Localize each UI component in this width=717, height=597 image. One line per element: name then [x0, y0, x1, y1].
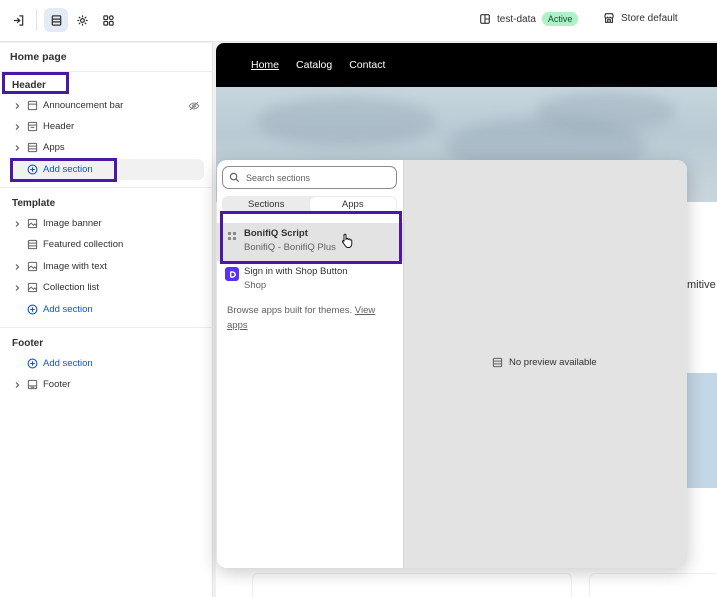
- status-badge: Active: [541, 12, 579, 26]
- add-section-label: Add section: [43, 304, 93, 315]
- store-nav: Home Catalog Contact: [216, 43, 717, 87]
- add-section-footer-button[interactable]: Add section: [10, 353, 204, 374]
- image-icon: [24, 282, 40, 293]
- sidebar-item-image-with-text[interactable]: Image with text: [10, 256, 204, 277]
- group-template-label: Template: [12, 198, 56, 209]
- image-icon: [24, 218, 40, 229]
- search-icon: [229, 172, 240, 183]
- preview-card: [252, 573, 572, 597]
- toolbar-divider: [36, 9, 37, 31]
- sidebar-item-label: Image banner: [43, 218, 102, 229]
- gear-icon: [76, 14, 88, 26]
- shop-icon: [225, 267, 239, 281]
- preview-card: [589, 573, 717, 597]
- store-selector[interactable]: Store default: [603, 12, 678, 24]
- sections-icon: [51, 14, 61, 26]
- no-preview-message: No preview available: [492, 357, 597, 368]
- nav-link-contact[interactable]: Contact: [349, 59, 385, 71]
- sidebar-item-label: Collection list: [43, 282, 99, 293]
- tab-apps[interactable]: Apps: [309, 197, 396, 212]
- section-icon: [24, 379, 40, 390]
- sidebar-item-featured-collection[interactable]: Featured collection: [10, 234, 204, 255]
- page-title: Home page: [10, 51, 67, 63]
- section-icon: [24, 142, 40, 153]
- app-name: Sign in with Shop Button: [244, 266, 348, 277]
- exit-button[interactable]: [6, 8, 30, 32]
- store-icon: [604, 13, 614, 23]
- search-field[interactable]: [222, 166, 397, 189]
- sidebar-item-apps[interactable]: Apps: [10, 137, 204, 158]
- app-item-shop-sign-in[interactable]: Sign in with Shop Button Shop: [217, 266, 403, 298]
- image-icon: [24, 261, 40, 272]
- nav-link-catalog[interactable]: Catalog: [296, 59, 332, 71]
- sections-sidebar: Home page Header Announcement bar Header…: [0, 43, 213, 597]
- store-label: Store default: [621, 12, 678, 24]
- sidebar-item-footer[interactable]: Footer: [10, 374, 204, 395]
- section-preview-pane: No preview available: [403, 160, 687, 568]
- theme-icon: [480, 14, 490, 24]
- divider: [0, 327, 213, 328]
- tab-sections[interactable]: Sections: [223, 197, 310, 212]
- chevron-right-icon[interactable]: [10, 102, 24, 110]
- add-section-label: Add section: [43, 358, 93, 369]
- sections-button[interactable]: [44, 8, 68, 32]
- eye-off-icon[interactable]: [188, 100, 200, 112]
- nav-link-home[interactable]: Home: [251, 59, 279, 71]
- sidebar-item-header[interactable]: Header: [10, 116, 204, 137]
- divider: [0, 187, 213, 188]
- chevron-right-icon[interactable]: [10, 144, 24, 152]
- theme-name: test-data: [497, 13, 536, 25]
- sidebar-item-image-banner[interactable]: Image banner: [10, 213, 204, 234]
- sidebar-item-collection-list[interactable]: Collection list: [10, 277, 204, 298]
- sidebar-item-label: Header: [43, 121, 75, 132]
- collection-icon: [24, 239, 40, 250]
- sidebar-item-announcement-bar[interactable]: Announcement bar: [10, 95, 204, 116]
- section-icon: [24, 121, 40, 132]
- plus-circle-icon: [24, 358, 40, 369]
- section-icon: [492, 357, 503, 368]
- theme-info[interactable]: test-data Active: [479, 12, 579, 26]
- sidebar-item-label: Announcement bar: [43, 100, 124, 111]
- highlight-box-header: [2, 72, 69, 94]
- highlight-box-add-section: [10, 158, 117, 182]
- chevron-right-icon[interactable]: [10, 220, 24, 228]
- preview-image-block: [686, 373, 717, 488]
- plus-circle-icon: [24, 304, 40, 315]
- sidebar-item-label: Image with text: [43, 261, 107, 272]
- chevron-right-icon[interactable]: [10, 123, 24, 131]
- app-provider: Shop: [244, 280, 267, 291]
- browse-apps-text: Browse apps built for themes. View apps: [227, 305, 376, 331]
- sidebar-item-label: Featured collection: [43, 239, 124, 250]
- chevron-right-icon[interactable]: [10, 263, 24, 271]
- chevron-right-icon[interactable]: [10, 284, 24, 292]
- top-toolbar: test-data Active Store default: [0, 0, 717, 42]
- sidebar-item-label: Apps: [43, 142, 65, 153]
- preview-partial-text: mitive: [687, 279, 716, 291]
- search-input[interactable]: [246, 172, 386, 183]
- section-icon: [24, 100, 40, 111]
- add-section-template-button[interactable]: Add section: [10, 299, 204, 320]
- group-footer-label: Footer: [12, 338, 44, 349]
- app-embeds-button[interactable]: [96, 8, 120, 32]
- theme-settings-button[interactable]: [70, 8, 94, 32]
- sidebar-item-label: Footer: [43, 379, 71, 390]
- highlight-box-bonifiq-script: [220, 211, 402, 264]
- apps-icon: [102, 14, 114, 26]
- chevron-right-icon[interactable]: [10, 381, 24, 389]
- exit-icon: [13, 14, 23, 26]
